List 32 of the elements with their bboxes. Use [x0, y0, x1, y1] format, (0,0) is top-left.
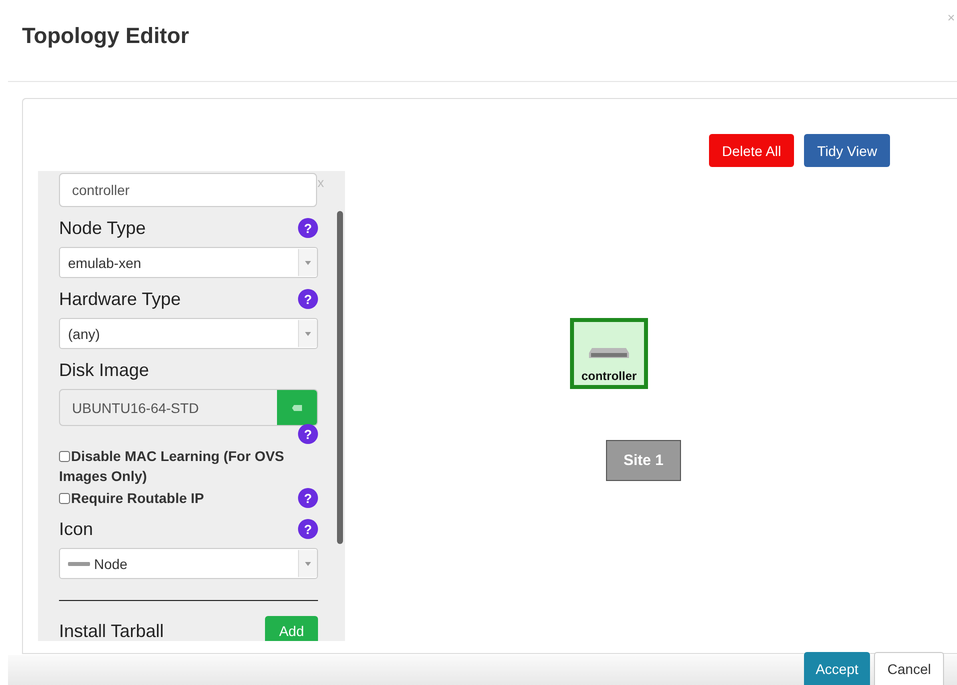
node-icon: [68, 562, 90, 566]
help-icon[interactable]: ?: [298, 488, 318, 508]
field-label: Node Type: [59, 218, 146, 238]
tidy-view-button[interactable]: Tidy View: [804, 134, 890, 167]
help-icon[interactable]: ?: [298, 289, 318, 309]
field-label: Hardware Type: [59, 288, 181, 310]
node[interactable]: controller: [570, 318, 648, 389]
checkbox-label[interactable]: Disable MAC Learning (For OVS Images Only): [59, 446, 318, 486]
field-label: Disk Image: [59, 360, 150, 380]
help-icon[interactable]: ?: [298, 519, 318, 539]
dropdown[interactable]: (any): [59, 318, 318, 349]
caret-icon: [298, 550, 317, 577]
window-title: Topology Editor: [22, 22, 190, 48]
cancel-button[interactable]: Cancel: [874, 652, 944, 685]
checkbox[interactable]: [59, 493, 70, 504]
help-icon[interactable]: ?: [298, 218, 318, 238]
disk-image-field[interactable]: UBUNTU16-64-STD: [59, 389, 318, 426]
accept-button[interactable]: Accept: [804, 652, 870, 685]
caret-icon: [298, 320, 317, 347]
field-label: Icon: [59, 518, 94, 540]
checkbox[interactable]: [59, 451, 70, 462]
dropdown[interactable]: emulab-xen: [59, 247, 318, 278]
tag-icon: [291, 404, 303, 412]
scroll-bar[interactable]: [337, 211, 343, 544]
switch-icon: [589, 347, 629, 359]
caret-icon: [298, 249, 317, 276]
field-label: Install Tarball: [59, 620, 164, 641]
delete-all-button[interactable]: Delete All: [709, 134, 794, 167]
name-field[interactable]: controller: [59, 173, 317, 207]
dropdown[interactable]: Node: [59, 548, 318, 579]
help-icon[interactable]: ?: [298, 424, 318, 444]
checkbox-label[interactable]: Require Routable IP: [59, 488, 204, 508]
